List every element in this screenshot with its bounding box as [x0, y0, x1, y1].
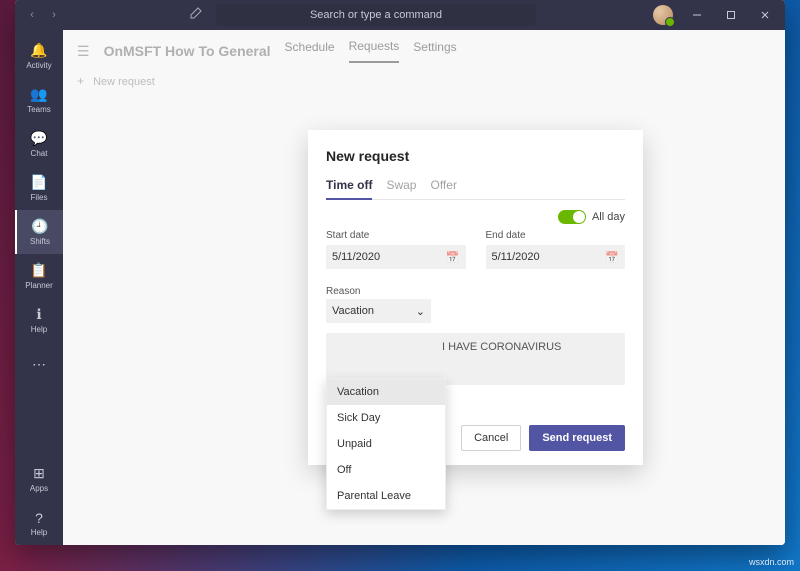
- nav-back-icon[interactable]: ‹: [23, 6, 41, 24]
- rail-label: Chat: [31, 149, 48, 158]
- rail-label: Shifts: [30, 237, 50, 246]
- rail-label: Help: [31, 325, 47, 334]
- info-icon: ℹ: [36, 306, 41, 323]
- start-date-value: 5/11/2020: [332, 251, 380, 263]
- window-minimize-button[interactable]: [681, 1, 713, 29]
- shifts-icon: 🕘: [31, 218, 48, 235]
- reason-option[interactable]: Sick Day: [327, 405, 445, 431]
- search-input[interactable]: Search or type a command: [216, 4, 536, 26]
- dialog-tab-offer[interactable]: Offer: [430, 174, 456, 199]
- chat-icon: 💬: [30, 130, 47, 147]
- new-request-dialog: New request Time off Swap Offer All day …: [308, 130, 643, 465]
- dialog-title: New request: [326, 148, 625, 164]
- tab-requests[interactable]: Requests: [349, 39, 400, 63]
- apps-icon: ⊞: [33, 465, 45, 482]
- rail-apps[interactable]: ⊞ Apps: [15, 457, 63, 501]
- tab-settings[interactable]: Settings: [413, 40, 456, 62]
- new-request-button[interactable]: + New request: [63, 72, 785, 90]
- rail-shifts[interactable]: 🕘 Shifts: [15, 210, 63, 254]
- cancel-button[interactable]: Cancel: [461, 425, 521, 451]
- more-icon: ⋯: [32, 356, 46, 373]
- window-maximize-button[interactable]: [715, 1, 747, 29]
- rail-activity[interactable]: 🔔 Activity: [15, 34, 63, 78]
- title-bar: ‹ › Search or type a command: [15, 0, 785, 30]
- rail-more[interactable]: ⋯: [15, 342, 63, 386]
- calendar-icon: 📅: [446, 251, 460, 264]
- start-date-input[interactable]: 5/11/2020 📅: [326, 245, 466, 269]
- start-date-label: Start date: [326, 230, 466, 241]
- end-date-label: End date: [486, 230, 626, 241]
- reason-option[interactable]: Unpaid: [327, 431, 445, 457]
- hamburger-icon[interactable]: ☰: [77, 43, 90, 60]
- plus-icon: +: [77, 74, 84, 88]
- all-day-toggle[interactable]: [558, 210, 586, 224]
- reason-selected: Vacation: [332, 305, 374, 317]
- end-date-value: 5/11/2020: [492, 251, 540, 263]
- rail-chat[interactable]: 💬 Chat: [15, 122, 63, 166]
- rail-label: Activity: [26, 61, 51, 70]
- rail-label: Help: [31, 528, 47, 537]
- reason-option[interactable]: Off: [327, 457, 445, 483]
- rail-help[interactable]: ℹ Help: [15, 298, 63, 342]
- rail-teams[interactable]: 👥 Teams: [15, 78, 63, 122]
- teams-icon: 👥: [30, 86, 47, 103]
- note-text: I HAVE CORONAVIRUS: [334, 341, 617, 353]
- rail-label: Planner: [25, 281, 53, 290]
- calendar-icon: 📅: [605, 251, 619, 264]
- chevron-down-icon: ⌄: [416, 305, 425, 318]
- dialog-tab-time-off[interactable]: Time off: [326, 174, 372, 200]
- files-icon: 📄: [30, 174, 47, 191]
- help-icon: ?: [35, 510, 43, 526]
- rail-files[interactable]: 📄 Files: [15, 166, 63, 210]
- reason-option[interactable]: Vacation: [327, 379, 445, 405]
- planner-icon: 📋: [30, 262, 47, 279]
- reason-option[interactable]: Parental Leave: [327, 483, 445, 509]
- reason-dropdown: Vacation Sick Day Unpaid Off Parental Le…: [326, 378, 446, 510]
- all-day-label: All day: [592, 211, 625, 223]
- channel-header: ☰ OnMSFT How To General Schedule Request…: [63, 30, 785, 72]
- rail-label: Teams: [27, 105, 51, 114]
- nav-forward-icon[interactable]: ›: [45, 6, 63, 24]
- compose-icon[interactable]: [182, 6, 210, 24]
- window-close-button[interactable]: [749, 1, 781, 29]
- bell-icon: 🔔: [30, 42, 47, 59]
- rail-label: Files: [31, 193, 48, 202]
- tab-schedule[interactable]: Schedule: [285, 40, 335, 62]
- new-request-label: New request: [93, 76, 155, 88]
- app-window: ‹ › Search or type a command 🔔 Activity: [15, 0, 785, 545]
- dialog-tab-swap[interactable]: Swap: [386, 174, 416, 199]
- watermark: wsxdn.com: [749, 557, 794, 567]
- send-request-button[interactable]: Send request: [529, 425, 625, 451]
- rail-help-bottom[interactable]: ? Help: [15, 501, 63, 545]
- rail-planner[interactable]: 📋 Planner: [15, 254, 63, 298]
- main-area: ☰ OnMSFT How To General Schedule Request…: [63, 30, 785, 545]
- reason-label: Reason: [326, 286, 360, 297]
- end-date-input[interactable]: 5/11/2020 📅: [486, 245, 626, 269]
- team-title: OnMSFT How To General: [104, 43, 271, 59]
- rail-label: Apps: [30, 484, 48, 493]
- reason-select[interactable]: Vacation ⌄: [326, 299, 431, 323]
- avatar[interactable]: [653, 5, 673, 25]
- app-rail: 🔔 Activity 👥 Teams 💬 Chat 📄 Files 🕘 Shif…: [15, 30, 63, 545]
